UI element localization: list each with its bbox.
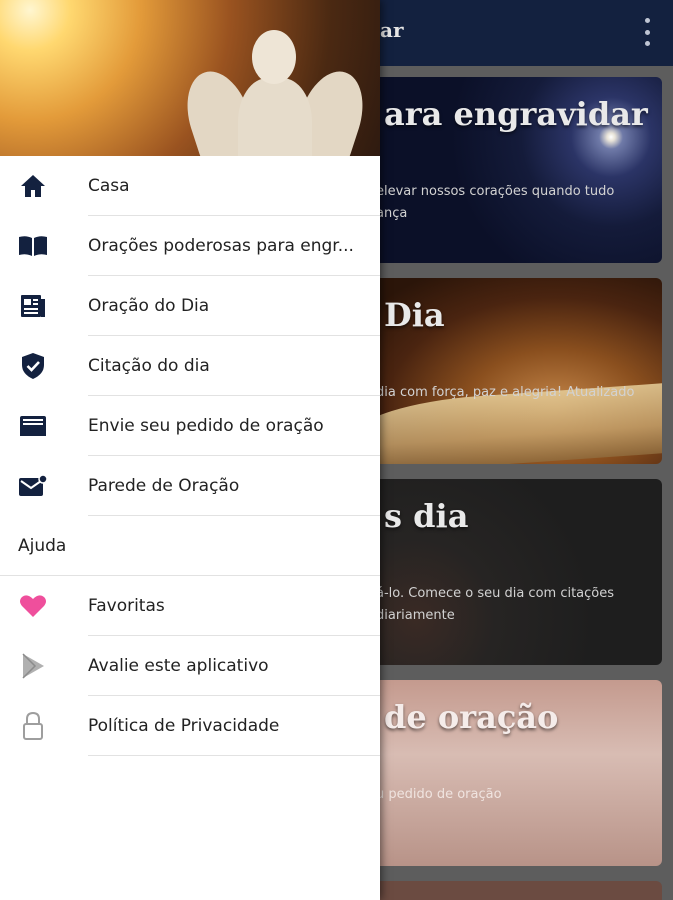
divider [88, 755, 380, 756]
heart-icon [18, 592, 48, 620]
menu-item-label: Envie seu pedido de oração [88, 416, 324, 436]
newspaper-icon [18, 292, 48, 320]
card-description: u pedido de oração [376, 787, 502, 802]
menu-item-oracoes-poderosas[interactable]: Orações poderosas para engr... [0, 216, 380, 276]
card-description: á-lo. Comece o seu dia com citações diar… [376, 586, 615, 623]
menu-item-oracao-do-dia[interactable]: Oração do Dia [0, 276, 380, 336]
card-prayer-request[interactable]: de oração u pedido de oração [356, 680, 662, 866]
inbox-icon [18, 412, 48, 440]
navigation-drawer: Casa Orações poderosas para engr... Oraç… [0, 0, 380, 900]
shield-check-icon [18, 352, 48, 380]
card-prayer-of-day[interactable]: Dia dia com força, paz e alegria! Atuali… [356, 278, 662, 464]
card-title: ara engravidar [384, 95, 648, 133]
section-label: Ajuda [18, 536, 67, 556]
more-vert-icon[interactable] [643, 18, 651, 46]
menu-item-politica[interactable]: Política de Privacidade [0, 696, 380, 756]
menu-item-label: Parede de Oração [88, 476, 240, 496]
menu-item-label: Avalie este aplicativo [88, 656, 269, 676]
menu-item-label: Política de Privacidade [88, 716, 280, 736]
section-ajuda: Ajuda [0, 516, 380, 576]
card-partial[interactable] [356, 881, 662, 900]
drawer-header-image [0, 0, 380, 156]
menu-item-parede-oracao[interactable]: Parede de Oração [0, 456, 380, 516]
play-store-icon [18, 652, 48, 680]
menu-item-favoritas[interactable]: Favoritas [0, 576, 380, 636]
mail-badge-icon [18, 472, 48, 500]
angel-statue-image [176, 30, 374, 156]
card-title: s dia [384, 497, 469, 535]
book-open-icon [18, 232, 48, 260]
menu-item-avalie[interactable]: Avalie este aplicativo [0, 636, 380, 696]
menu-item-label: Casa [88, 176, 130, 196]
menu-item-label: Citação do dia [88, 356, 210, 376]
card-prayers-pregnancy[interactable]: ara engravidar elevar nossos corações qu… [356, 77, 662, 263]
menu-item-label: Favoritas [88, 596, 165, 616]
menu-item-envie-pedido[interactable]: Envie seu pedido de oração [0, 396, 380, 456]
card-quote-of-day[interactable]: s dia á-lo. Comece o seu dia com citaçõe… [356, 479, 662, 665]
card-description: dia com força, paz e alegria! Atualizado [376, 385, 635, 400]
app-title: ar [380, 18, 404, 42]
drawer-menu: Casa Orações poderosas para engr... Oraç… [0, 156, 380, 756]
menu-item-casa[interactable]: Casa [0, 156, 380, 216]
menu-item-label: Oração do Dia [88, 296, 210, 316]
card-title: de oração [384, 698, 559, 736]
lock-icon [18, 711, 48, 740]
card-description: elevar nossos corações quando tudo ança [376, 184, 615, 221]
home-icon [18, 172, 48, 200]
menu-item-label: Orações poderosas para engr... [88, 236, 354, 256]
card-title: Dia [384, 296, 445, 334]
menu-item-citacao-do-dia[interactable]: Citação do dia [0, 336, 380, 396]
